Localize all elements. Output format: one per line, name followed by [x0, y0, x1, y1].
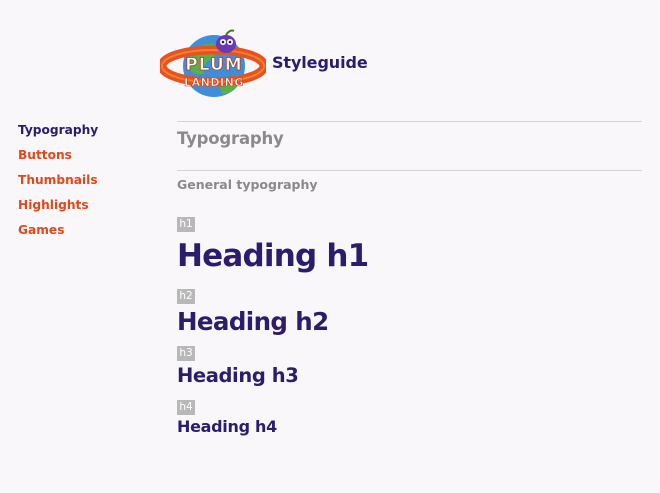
subsection-title: General typography	[177, 177, 318, 192]
h4-tag-label: h4	[177, 400, 195, 415]
section-title: Typography	[177, 129, 284, 148]
main-content: Typography General typography h1 Heading…	[177, 121, 642, 440]
sidebar-item-games[interactable]: Games	[18, 221, 98, 246]
sidebar-item-typography[interactable]: Typography	[18, 121, 98, 146]
heading-h1-sample: Heading h1	[177, 238, 369, 274]
heading-h2-sample: Heading h2	[177, 307, 329, 336]
sidebar-item-highlights[interactable]: Highlights	[18, 196, 98, 221]
site-title[interactable]: Styleguide	[272, 53, 368, 72]
h3-tag-label: h3	[177, 346, 195, 361]
h1-tag-label: h1	[177, 217, 195, 232]
plum-landing-logo[interactable]: PLUM LANDING	[160, 24, 266, 102]
site-header: PLUM LANDING Styleguide	[160, 24, 368, 102]
logo-text-top: PLUM	[185, 55, 242, 75]
heading-h4-sample: Heading h4	[177, 417, 277, 436]
h2-tag-label: h2	[177, 289, 195, 304]
sidebar-item-thumbnails[interactable]: Thumbnails	[18, 171, 98, 196]
logo-text-bottom: LANDING	[184, 76, 244, 89]
sidebar-nav: Typography Buttons Thumbnails Highlights…	[18, 121, 98, 246]
sidebar-item-buttons[interactable]: Buttons	[18, 146, 98, 171]
heading-h3-sample: Heading h3	[177, 364, 299, 387]
